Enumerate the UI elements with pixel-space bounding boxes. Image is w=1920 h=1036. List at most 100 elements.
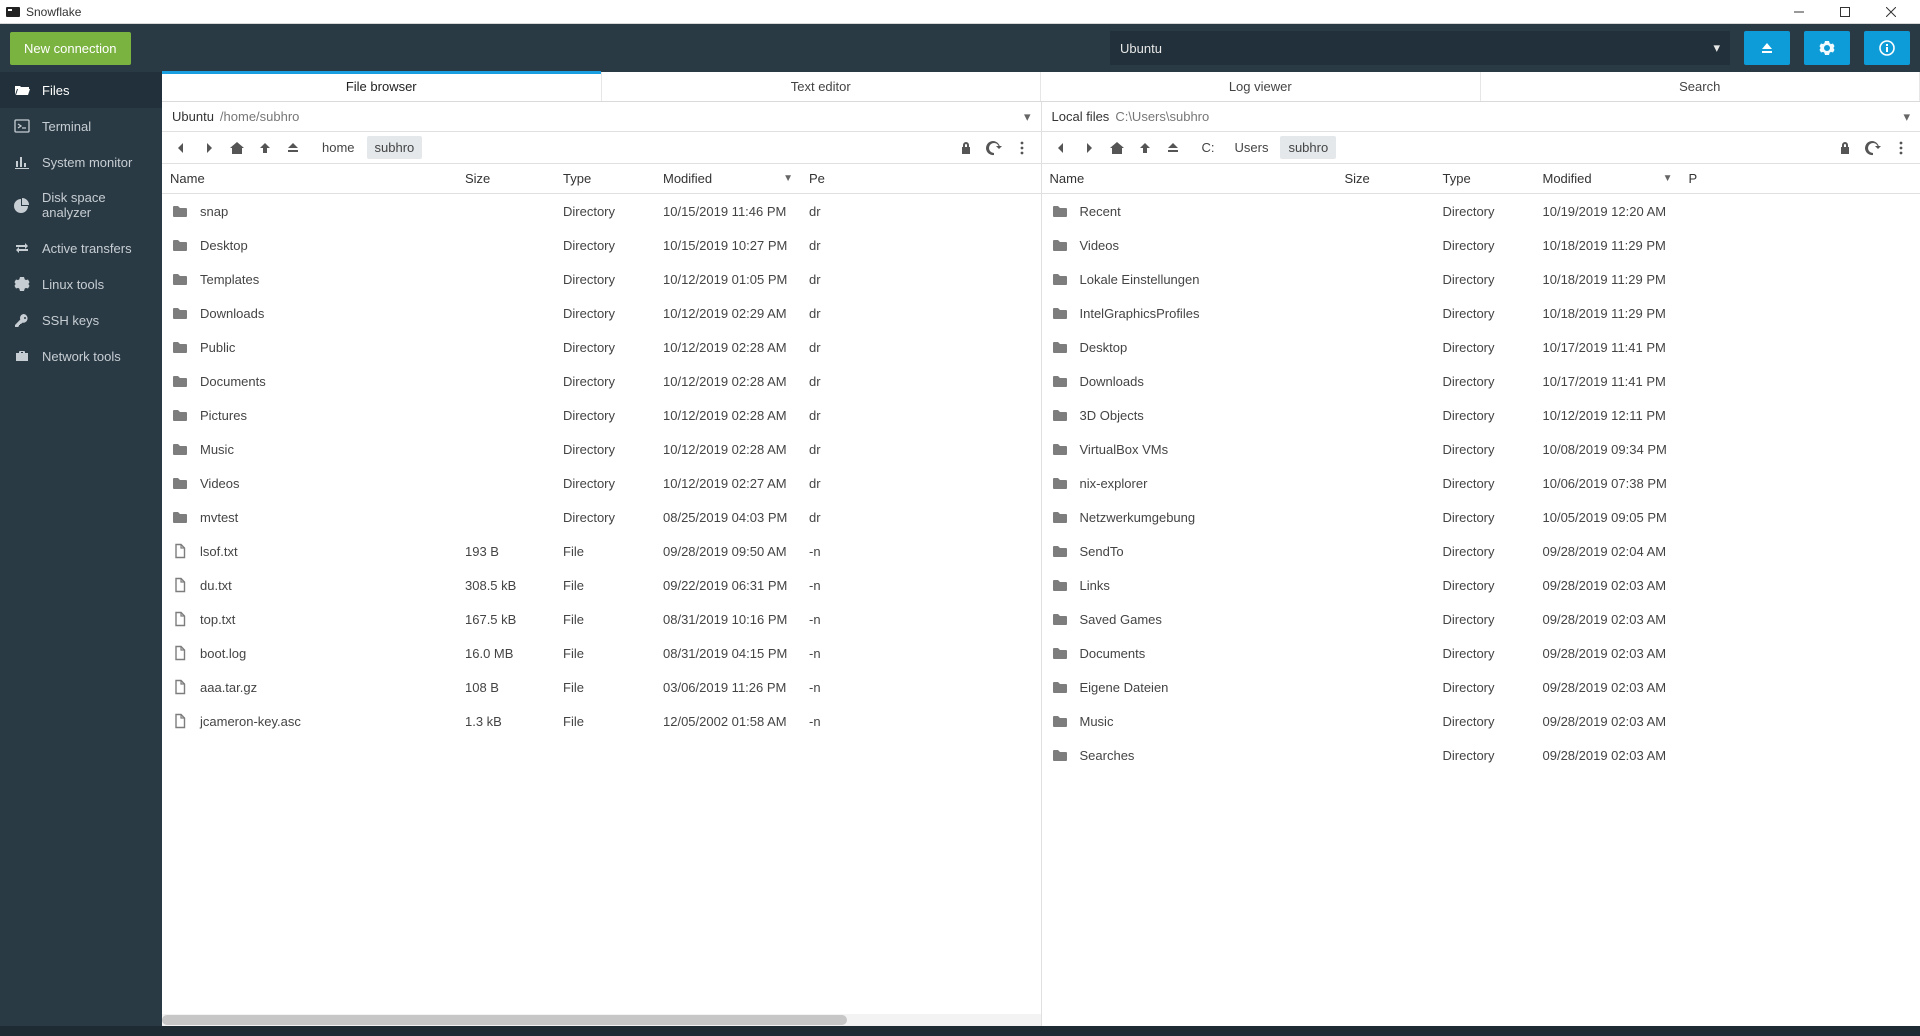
breadcrumb-item[interactable]: home — [314, 136, 363, 159]
sidebar-item-active-transfers[interactable]: Active transfers — [0, 230, 162, 266]
file-row[interactable]: VideosDirectory10/12/2019 02:27 AMdr — [162, 466, 1041, 500]
scrollbar-thumb[interactable] — [162, 1015, 847, 1025]
file-row[interactable]: TemplatesDirectory10/12/2019 01:05 PMdr — [162, 262, 1041, 296]
file-row[interactable]: VirtualBox VMsDirectory10/08/2019 09:34 … — [1042, 432, 1920, 466]
file-row[interactable]: Lokale EinstellungenDirectory10/18/2019 … — [1042, 262, 1920, 296]
close-button[interactable] — [1868, 0, 1914, 24]
file-row[interactable]: 3D ObjectsDirectory10/12/2019 12:11 PM — [1042, 398, 1920, 432]
file-row[interactable]: lsof.txt193 BFile09/28/2019 09:50 AM-n — [162, 534, 1041, 568]
file-row[interactable]: Eigene DateienDirectory09/28/2019 02:03 … — [1042, 670, 1920, 704]
sidebar-item-terminal[interactable]: Terminal — [0, 108, 162, 144]
file-modified: 10/12/2019 01:05 PM — [655, 272, 801, 287]
file-row[interactable]: aaa.tar.gz108 BFile03/06/2019 11:26 PM-n — [162, 670, 1041, 704]
file-row[interactable]: jcameron-key.asc1.3 kBFile12/05/2002 01:… — [162, 704, 1041, 738]
file-row[interactable]: PublicDirectory10/12/2019 02:28 AMdr — [162, 330, 1041, 364]
file-list[interactable]: RecentDirectory10/19/2019 12:20 AMVideos… — [1042, 194, 1920, 1026]
new-connection-button[interactable]: New connection — [10, 32, 131, 65]
file-row[interactable]: SearchesDirectory09/28/2019 02:03 AM — [1042, 738, 1920, 772]
breadcrumb-item[interactable]: subhro — [367, 136, 423, 159]
info-button[interactable] — [1864, 31, 1910, 65]
breadcrumb-item[interactable]: Users — [1227, 136, 1277, 159]
column-header-perm[interactable]: P — [1681, 171, 1711, 186]
column-header-type[interactable]: Type — [555, 171, 655, 186]
column-header-type[interactable]: Type — [1435, 171, 1535, 186]
tab-text-editor[interactable]: Text editor — [602, 72, 1042, 101]
column-header-size[interactable]: Size — [457, 171, 555, 186]
horizontal-scrollbar[interactable] — [162, 1014, 1041, 1026]
file-name: Documents — [200, 374, 266, 389]
eject-button[interactable] — [1744, 31, 1790, 65]
file-row[interactable]: PicturesDirectory10/12/2019 02:28 AMdr — [162, 398, 1041, 432]
file-row[interactable]: NetzwerkumgebungDirectory10/05/2019 09:0… — [1042, 500, 1920, 534]
file-row[interactable]: LinksDirectory09/28/2019 02:03 AM — [1042, 568, 1920, 602]
file-row[interactable]: du.txt308.5 kBFile09/22/2019 06:31 PM-n — [162, 568, 1041, 602]
file-modified: 10/05/2019 09:05 PM — [1535, 510, 1681, 525]
file-row[interactable]: DesktopDirectory10/15/2019 10:27 PMdr — [162, 228, 1041, 262]
sidebar-item-linux-tools[interactable]: Linux tools — [0, 266, 162, 302]
sidebar-item-disk-space-analyzer[interactable]: Disk space analyzer — [0, 180, 162, 230]
file-row[interactable]: VideosDirectory10/18/2019 11:29 PM — [1042, 228, 1920, 262]
file-row[interactable]: top.txt167.5 kBFile08/31/2019 10:16 PM-n — [162, 602, 1041, 636]
file-row[interactable]: IntelGraphicsProfilesDirectory10/18/2019… — [1042, 296, 1920, 330]
breadcrumb: C:Userssubhro — [1194, 136, 1337, 159]
back-button[interactable] — [1048, 135, 1074, 161]
file-row[interactable]: SendToDirectory09/28/2019 02:04 AM — [1042, 534, 1920, 568]
up-button[interactable] — [1132, 135, 1158, 161]
breadcrumb-item[interactable]: C: — [1194, 136, 1223, 159]
lock-button[interactable] — [1832, 135, 1858, 161]
sidebar-item-files[interactable]: Files — [0, 72, 162, 108]
sidebar-item-system-monitor[interactable]: System monitor — [0, 144, 162, 180]
forward-button[interactable] — [1076, 135, 1102, 161]
home-button[interactable] — [224, 135, 250, 161]
file-row[interactable]: DesktopDirectory10/17/2019 11:41 PM — [1042, 330, 1920, 364]
lock-button[interactable] — [953, 135, 979, 161]
column-header-name[interactable]: Name — [162, 171, 457, 186]
file-type: File — [555, 612, 655, 627]
path-selector[interactable]: Local filesC:\Users\subhro▾ — [1042, 102, 1920, 132]
up-button[interactable] — [252, 135, 278, 161]
sidebar-item-network-tools[interactable]: Network tools — [0, 338, 162, 374]
file-row[interactable]: boot.log16.0 MBFile08/31/2019 04:15 PM-n — [162, 636, 1041, 670]
file-modified: 09/28/2019 02:03 AM — [1535, 680, 1681, 695]
file-row[interactable]: RecentDirectory10/19/2019 12:20 AM — [1042, 194, 1920, 228]
refresh-button[interactable] — [981, 135, 1007, 161]
more-icon — [1014, 140, 1030, 156]
sidebar-item-ssh-keys[interactable]: SSH keys — [0, 302, 162, 338]
file-row[interactable]: DocumentsDirectory09/28/2019 02:03 AM — [1042, 636, 1920, 670]
column-header-perm[interactable]: Pe — [801, 171, 831, 186]
tab-file-browser[interactable]: File browser — [162, 72, 602, 101]
column-header-name[interactable]: Name — [1042, 171, 1337, 186]
path-selector[interactable]: Ubuntu/home/subhro▾ — [162, 102, 1041, 132]
file-list[interactable]: snapDirectory10/15/2019 11:46 PMdrDeskto… — [162, 194, 1041, 1014]
refresh-button[interactable] — [1860, 135, 1886, 161]
maximize-button[interactable] — [1822, 0, 1868, 24]
more-button[interactable] — [1009, 135, 1035, 161]
file-row[interactable]: DocumentsDirectory10/12/2019 02:28 AMdr — [162, 364, 1041, 398]
tab-log-viewer[interactable]: Log viewer — [1041, 72, 1481, 101]
forward-button[interactable] — [196, 135, 222, 161]
file-row[interactable]: mvtestDirectory08/25/2019 04:03 PMdr — [162, 500, 1041, 534]
connection-selector[interactable]: Ubuntu ▾ — [1110, 31, 1730, 65]
settings-button[interactable] — [1804, 31, 1850, 65]
minimize-button[interactable] — [1776, 0, 1822, 24]
column-header-modified[interactable]: Modified▼ — [1535, 171, 1681, 186]
file-name: Desktop — [200, 238, 248, 253]
file-row[interactable]: Saved GamesDirectory09/28/2019 02:03 AM — [1042, 602, 1920, 636]
file-row[interactable]: MusicDirectory09/28/2019 02:03 AM — [1042, 704, 1920, 738]
column-header-modified[interactable]: Modified▼ — [655, 171, 801, 186]
home-button[interactable] — [1104, 135, 1130, 161]
back-button[interactable] — [168, 135, 194, 161]
file-row[interactable]: DownloadsDirectory10/17/2019 11:41 PM — [1042, 364, 1920, 398]
disk-button[interactable] — [280, 135, 306, 161]
more-button[interactable] — [1888, 135, 1914, 161]
file-modified: 09/28/2019 02:03 AM — [1535, 748, 1681, 763]
disk-button[interactable] — [1160, 135, 1186, 161]
column-header-size[interactable]: Size — [1337, 171, 1435, 186]
status-bar — [0, 1026, 1920, 1036]
file-row[interactable]: snapDirectory10/15/2019 11:46 PMdr — [162, 194, 1041, 228]
tab-search[interactable]: Search — [1481, 72, 1920, 101]
breadcrumb-item[interactable]: subhro — [1280, 136, 1336, 159]
file-row[interactable]: MusicDirectory10/12/2019 02:28 AMdr — [162, 432, 1041, 466]
file-row[interactable]: nix-explorerDirectory10/06/2019 07:38 PM — [1042, 466, 1920, 500]
file-row[interactable]: DownloadsDirectory10/12/2019 02:29 AMdr — [162, 296, 1041, 330]
